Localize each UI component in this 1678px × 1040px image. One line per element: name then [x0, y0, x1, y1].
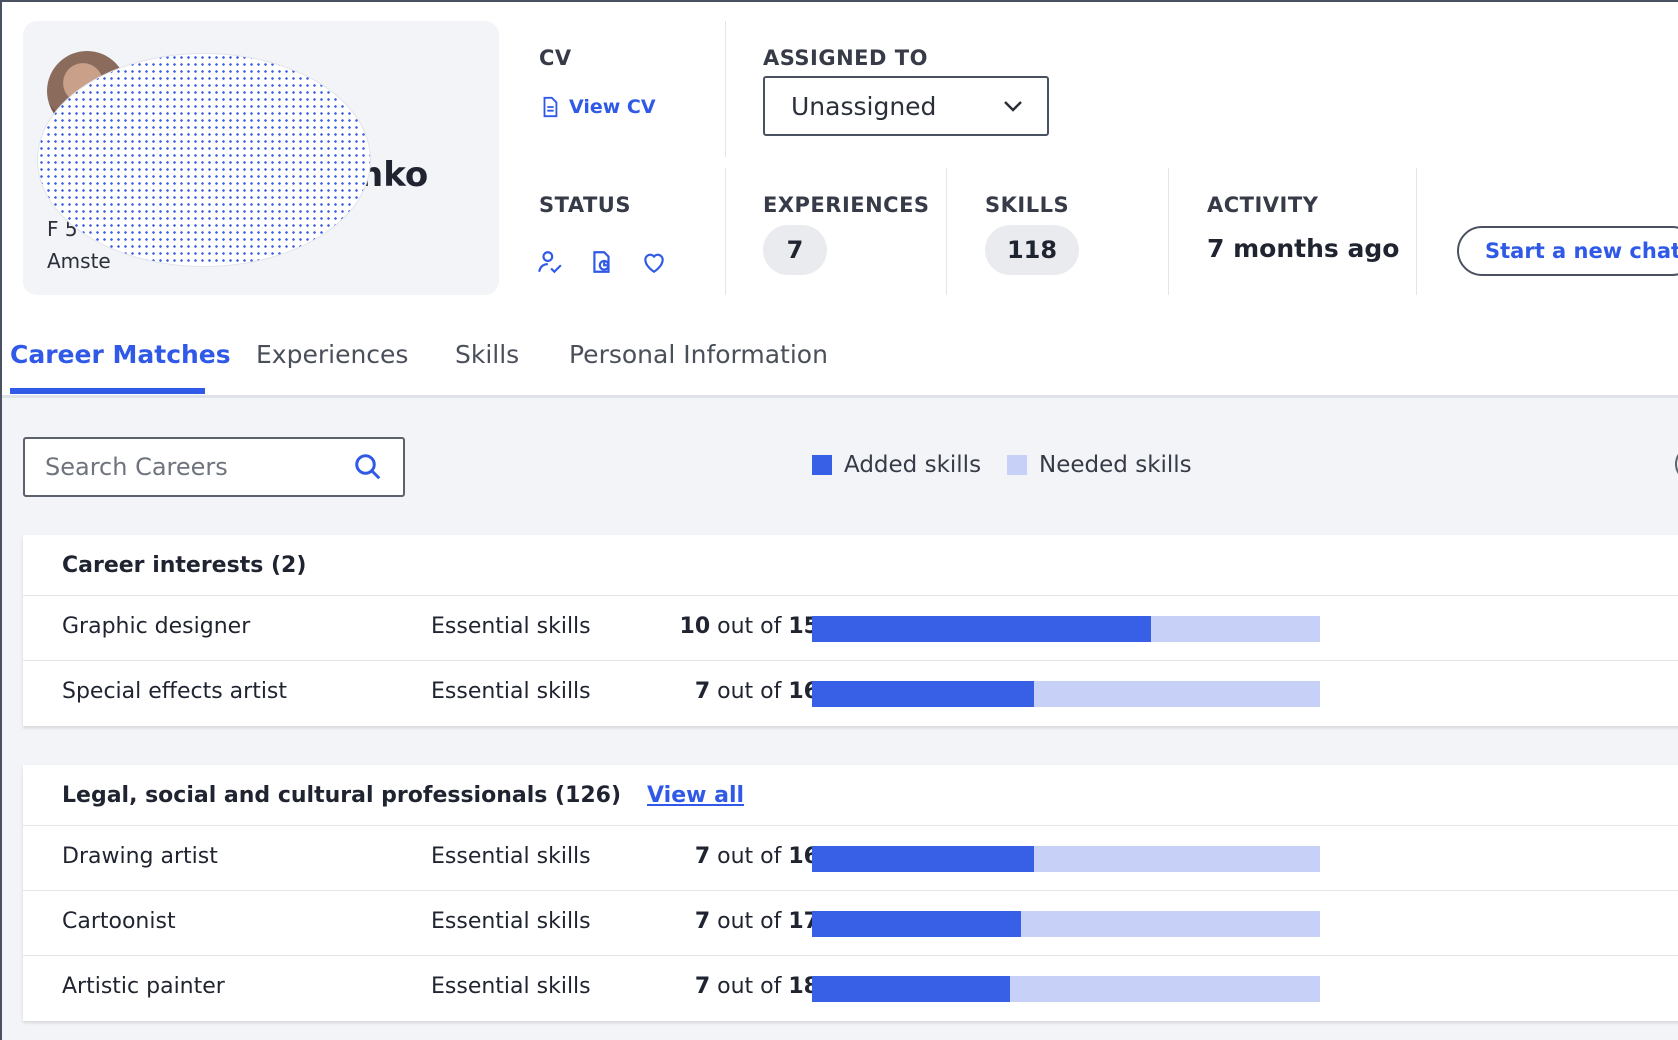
- activity-value: 7 months ago: [1207, 234, 1400, 263]
- group-header: Legal, social and cultural professionals…: [23, 765, 1678, 826]
- divider: [725, 21, 726, 157]
- skill-score: 7 out of 18: [694, 974, 819, 999]
- assigned-to-select[interactable]: Unassigned: [763, 76, 1049, 136]
- tab-bar: Career Matches Experiences Skills Person…: [2, 322, 1678, 398]
- skill-score: 10 out of 15: [679, 614, 819, 639]
- assigned-to-label: ASSIGNED TO: [763, 46, 928, 70]
- tab-personal-information[interactable]: Personal Information: [569, 340, 828, 369]
- needed-swatch: [1007, 455, 1028, 475]
- group-title: Career interests (2): [62, 552, 307, 578]
- career-name: Artistic painter: [62, 974, 225, 999]
- career-name: Drawing artist: [62, 844, 218, 869]
- legend-added: Added skills: [812, 452, 981, 478]
- added-skills-fill: [812, 911, 1022, 937]
- view-cv-link[interactable]: View CV: [539, 96, 656, 118]
- skill-progress-bar: [812, 681, 1320, 707]
- career-name: Cartoonist: [62, 909, 176, 934]
- skill-progress-bar: [812, 976, 1320, 1002]
- career-name: Graphic designer: [62, 614, 251, 639]
- added-skills-fill: [812, 681, 1035, 707]
- activity-label: ACTIVITY: [1207, 193, 1319, 217]
- legend-needed: Needed skills: [1007, 452, 1192, 478]
- skill-type: Essential skills: [431, 614, 591, 639]
- career-row[interactable]: Drawing artist Essential skills 7 out of…: [23, 826, 1678, 891]
- profile-location: Amste: [47, 249, 111, 273]
- added-skills-fill: [812, 976, 1010, 1002]
- career-row[interactable]: Graphic designer Essential skills 10 out…: [23, 596, 1678, 661]
- skills-count: 118: [985, 225, 1079, 275]
- cv-label: CV: [539, 46, 572, 70]
- active-tab-indicator: [10, 388, 205, 394]
- skill-type: Essential skills: [431, 679, 591, 704]
- privacy-redaction-overlay: [37, 53, 371, 267]
- divider: [1416, 168, 1417, 295]
- skill-progress-bar: [812, 846, 1320, 872]
- tab-skills[interactable]: Skills: [455, 340, 519, 369]
- experiences-label: EXPERIENCES: [763, 193, 930, 217]
- status-label: STATUS: [539, 193, 631, 217]
- view-cv-label: View CV: [569, 96, 656, 118]
- career-row[interactable]: Special effects artist Essential skills …: [23, 661, 1678, 726]
- profile-card: nko F 5-10 Amste: [23, 21, 499, 295]
- search-icon[interactable]: [353, 452, 383, 482]
- career-name: Special effects artist: [62, 679, 288, 704]
- skill-score: 7 out of 16: [694, 679, 819, 704]
- career-group: Career interests (2) Graphic designer Es…: [23, 535, 1678, 726]
- tab-experiences[interactable]: Experiences: [256, 340, 408, 369]
- divider: [725, 168, 726, 295]
- added-swatch: [812, 455, 832, 475]
- experiences-count: 7: [763, 225, 827, 275]
- skill-score: 7 out of 16: [694, 844, 819, 869]
- chevron-down-icon: [1004, 101, 1022, 112]
- skills-label: SKILLS: [985, 193, 1070, 217]
- added-skills-fill: [812, 616, 1151, 642]
- start-new-chat-label: Start a new chat: [1485, 239, 1678, 263]
- skills-legend: Added skills Needed skills: [812, 452, 1218, 478]
- skill-progress-bar: [812, 911, 1320, 937]
- search-careers-input[interactable]: [45, 453, 345, 481]
- skill-type: Essential skills: [431, 974, 591, 999]
- candidate-profile-page: nko F 5-10 Amste CV View CV ASSIGNED TO …: [0, 0, 1678, 1040]
- tab-career-matches[interactable]: Career Matches: [10, 340, 231, 369]
- skill-progress-bar: [812, 616, 1320, 642]
- career-row[interactable]: Cartoonist Essential skills 7 out of 17: [23, 891, 1678, 956]
- heart-icon[interactable]: [641, 249, 667, 275]
- legend-needed-label: Needed skills: [1039, 452, 1192, 478]
- career-group: Legal, social and cultural professionals…: [23, 765, 1678, 1021]
- skill-type: Essential skills: [431, 909, 591, 934]
- assigned-to-value: Unassigned: [791, 91, 937, 121]
- skill-type: Essential skills: [431, 844, 591, 869]
- divider: [946, 168, 947, 295]
- view-all-link[interactable]: View all: [647, 783, 744, 808]
- career-matches-panel: Added skills Needed skills Career intere…: [2, 398, 1678, 1040]
- divider: [1168, 168, 1169, 295]
- start-new-chat-button[interactable]: Start a new chat: [1457, 226, 1678, 276]
- document-refresh-icon[interactable]: [589, 249, 615, 275]
- group-title: Legal, social and cultural professionals…: [62, 782, 622, 808]
- skill-score: 7 out of 17: [694, 909, 819, 934]
- document-icon: [543, 96, 558, 118]
- career-row[interactable]: Artistic painter Essential skills 7 out …: [23, 956, 1678, 1021]
- group-header: Career interests (2): [23, 535, 1678, 596]
- status-icons: [537, 249, 667, 275]
- added-skills-fill: [812, 846, 1035, 872]
- legend-added-label: Added skills: [844, 452, 982, 478]
- search-careers-box: [23, 437, 405, 497]
- person-check-icon[interactable]: [537, 249, 563, 275]
